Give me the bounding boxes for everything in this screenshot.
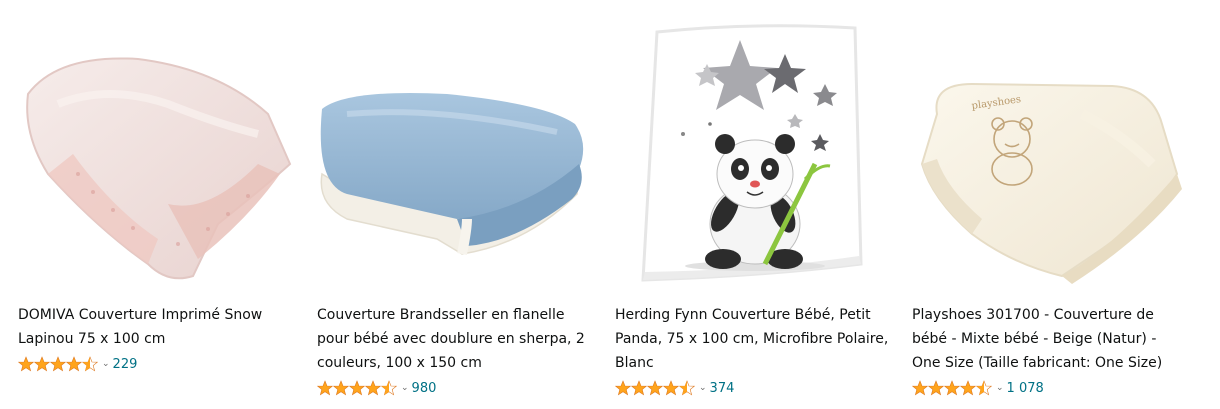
rating-row: ⌄ 374 (615, 379, 734, 397)
star-icon (18, 356, 34, 372)
star-icon (365, 380, 381, 396)
panda-stars-blanket-image (641, 24, 863, 282)
star-icon (349, 380, 365, 396)
star-icon (960, 380, 976, 396)
review-count[interactable]: 1 078 (1007, 381, 1044, 396)
review-count[interactable]: 229 (113, 357, 138, 372)
chevron-down-icon[interactable]: ⌄ (102, 359, 110, 369)
star-icon (66, 356, 82, 372)
product-card[interactable]: DOMIVA Couverture Imprimé Snow Lapinou 7… (18, 0, 298, 409)
star-icon (34, 356, 50, 372)
product-title[interactable]: DOMIVA Couverture Imprimé Snow Lapinou 7… (18, 303, 293, 351)
star-icon (944, 380, 960, 396)
product-card[interactable]: playshoes Playshoes 301700 - Couverture … (912, 0, 1192, 409)
product-grid: DOMIVA Couverture Imprimé Snow Lapinou 7… (0, 0, 1220, 409)
pink-faux-fur-blanket-image (26, 57, 292, 280)
half-star-icon (82, 356, 98, 372)
product-image-link[interactable] (18, 14, 298, 290)
half-star-icon (381, 380, 397, 396)
chevron-down-icon[interactable]: ⌄ (996, 383, 1004, 393)
product-card[interactable]: Herding Fynn Couverture Bébé, Petit Pand… (615, 0, 895, 409)
product-image-link[interactable]: playshoes (912, 14, 1192, 290)
rating-row: ⌄ 229 (18, 355, 137, 373)
review-count[interactable]: 980 (412, 381, 437, 396)
star-icon (50, 356, 66, 372)
chevron-down-icon[interactable]: ⌄ (699, 383, 707, 393)
product-image-link[interactable] (317, 14, 597, 290)
product-image-link[interactable] (615, 14, 895, 290)
blue-folded-blanket-image (320, 93, 584, 255)
product-title[interactable]: Herding Fynn Couverture Bébé, Petit Pand… (615, 303, 890, 375)
star-icon (615, 380, 631, 396)
rating-row: ⌄ 1 078 (912, 379, 1044, 397)
chevron-down-icon[interactable]: ⌄ (401, 383, 409, 393)
star-rating[interactable] (615, 380, 695, 396)
rating-row: ⌄ 980 (317, 379, 436, 397)
star-icon (647, 380, 663, 396)
star-rating[interactable] (912, 380, 992, 396)
product-card[interactable]: Couverture Brandsseller en flanelle pour… (317, 0, 597, 409)
star-rating[interactable] (317, 380, 397, 396)
half-star-icon (679, 380, 695, 396)
star-icon (663, 380, 679, 396)
star-icon (928, 380, 944, 396)
half-star-icon (976, 380, 992, 396)
review-count[interactable]: 374 (710, 381, 735, 396)
star-icon (317, 380, 333, 396)
star-icon (631, 380, 647, 396)
star-icon (333, 380, 349, 396)
product-title[interactable]: Couverture Brandsseller en flanelle pour… (317, 303, 592, 375)
beige-teddy-blanket-image: playshoes (920, 82, 1182, 284)
star-icon (912, 380, 928, 396)
product-title[interactable]: Playshoes 301700 - Couverture de bébé - … (912, 303, 1187, 375)
star-rating[interactable] (18, 356, 98, 372)
